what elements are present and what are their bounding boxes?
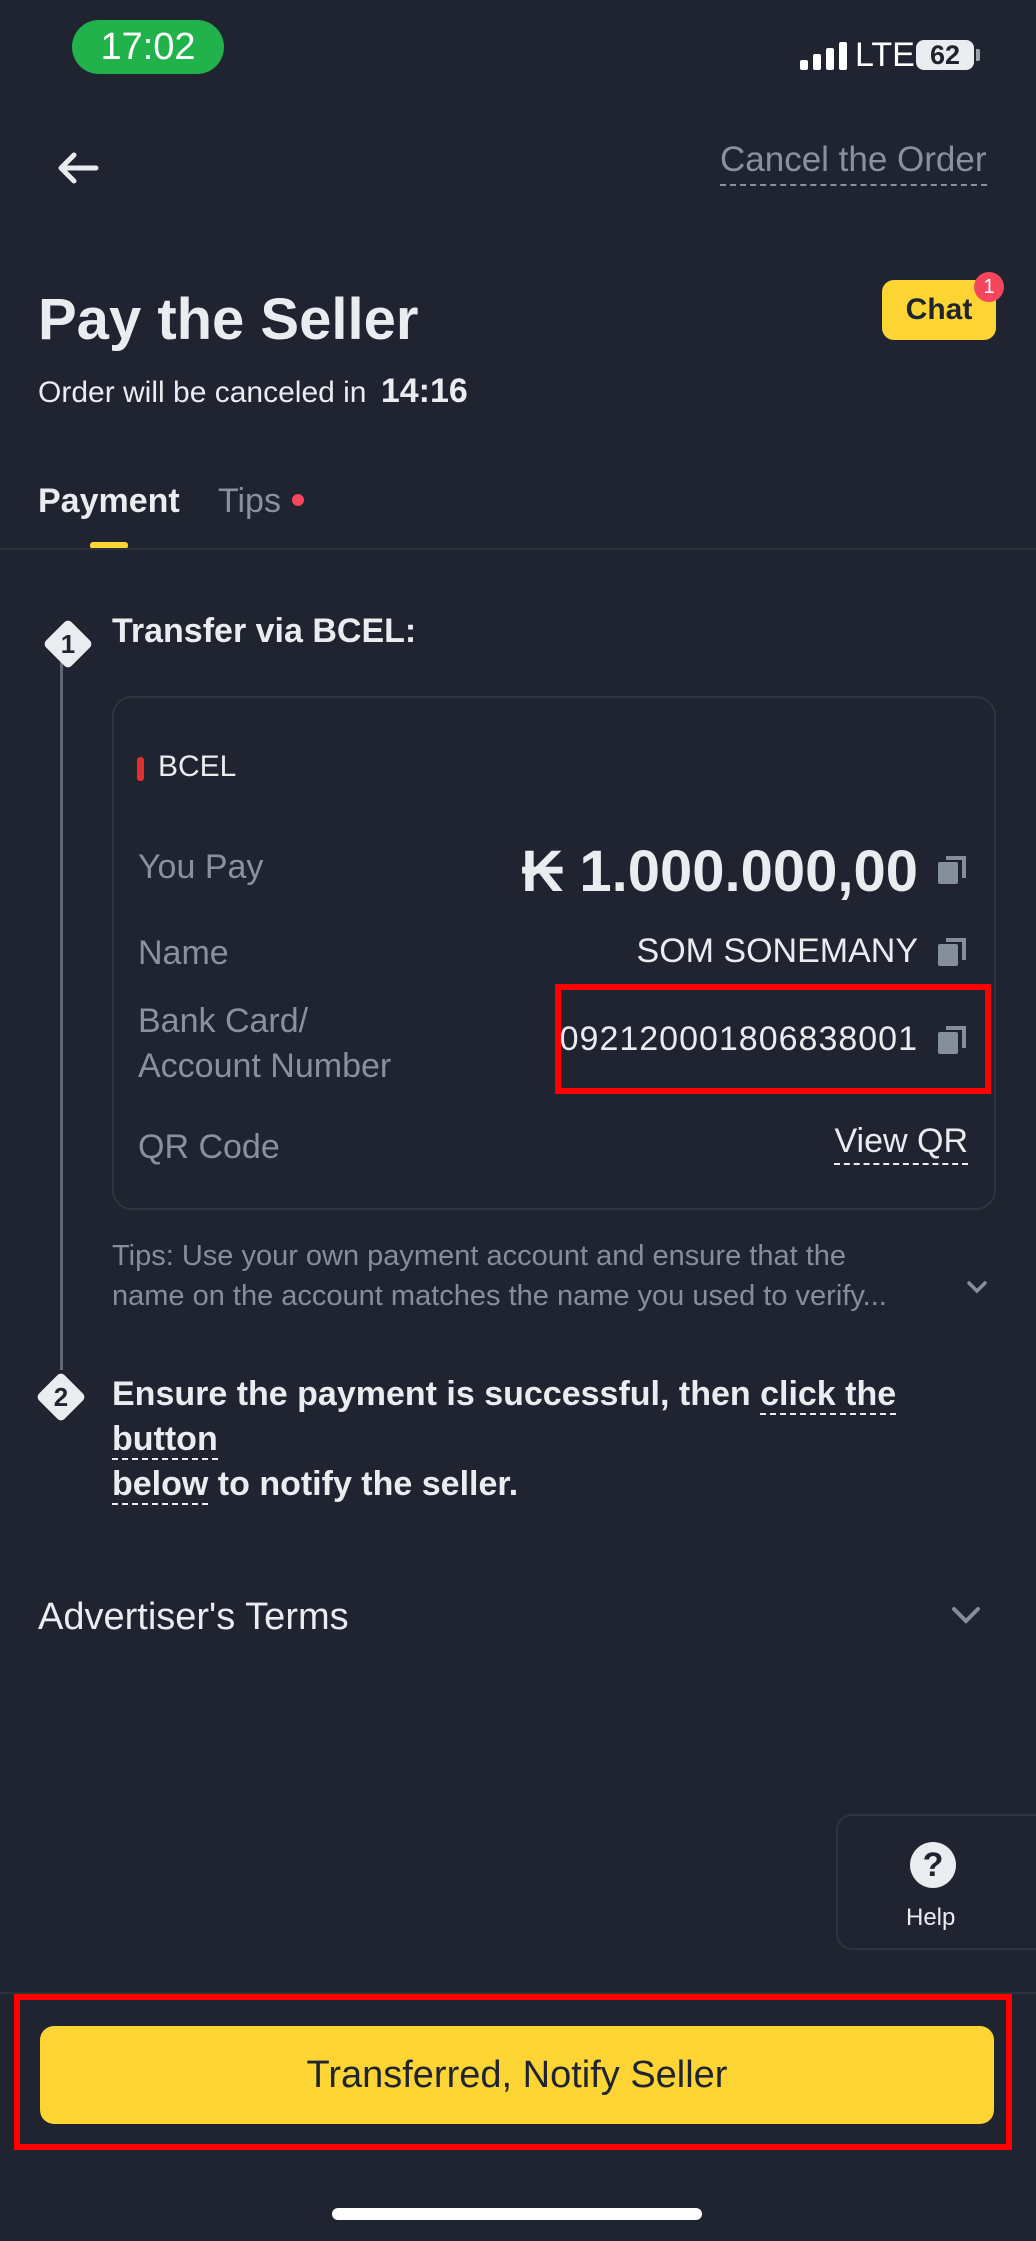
- battery-icon: 62: [916, 40, 974, 70]
- help-label: Help: [906, 1904, 956, 1931]
- step-2-text-b: to notify the seller.: [208, 1465, 519, 1503]
- copy-name-icon[interactable]: [938, 938, 966, 966]
- tab-tips[interactable]: Tips: [218, 482, 281, 521]
- chat-unread-badge: 1: [974, 272, 1004, 302]
- tabs-divider: [0, 548, 1036, 550]
- payment-tips-text: Tips: Use your own payment account and e…: [112, 1236, 952, 1316]
- highlight-button-box: [14, 1994, 1012, 2150]
- step-2-instruction: Ensure the payment is successful, then c…: [112, 1372, 1002, 1507]
- step-connector-line: [60, 650, 63, 1370]
- view-qr-link[interactable]: View QR: [834, 1122, 968, 1165]
- step-1-title-prefix: Transfer via: [112, 612, 303, 650]
- step-2-number: 2: [53, 1381, 69, 1412]
- network-label: LTE: [855, 36, 915, 74]
- account-label-line1: Bank Card/: [138, 1002, 309, 1040]
- name-label: Name: [138, 934, 229, 972]
- help-question-icon[interactable]: ?: [910, 1842, 956, 1888]
- bank-name: BCEL: [158, 750, 237, 783]
- you-pay-amount: ₭ 1.000.000,00: [521, 839, 918, 904]
- status-time: 17:02: [72, 20, 224, 74]
- back-arrow-icon[interactable]: [48, 138, 108, 198]
- advertiser-terms-toggle[interactable]: Advertiser's Terms: [38, 1596, 349, 1639]
- name-value: SOM SONEMANY: [636, 932, 918, 970]
- step-1-title: Transfer via BCEL:: [112, 612, 416, 651]
- signal-icon: [800, 42, 847, 70]
- cancel-order-link[interactable]: Cancel the Order: [720, 140, 987, 186]
- tips-line-1: Tips: Use your own payment account and e…: [112, 1240, 847, 1272]
- qr-code-label: QR Code: [138, 1128, 280, 1166]
- home-indicator: [332, 2208, 702, 2220]
- countdown-prefix: Order will be canceled in: [38, 376, 367, 409]
- battery-tip: [976, 49, 980, 61]
- account-label-line2: Account Number: [138, 1047, 392, 1085]
- step-1-number: 1: [60, 628, 76, 659]
- tab-payment[interactable]: Payment: [38, 482, 180, 521]
- highlight-account-box: [555, 984, 991, 1094]
- page-title: Pay the Seller: [38, 287, 419, 352]
- countdown-timer: 14:16: [380, 372, 468, 410]
- you-pay-label: You Pay: [138, 848, 264, 886]
- tips-line-2: name on the account matches the name you…: [112, 1280, 887, 1312]
- expand-tips-chevron-icon[interactable]: [966, 1280, 988, 1299]
- bank-color-bar: [137, 757, 144, 781]
- step-2-link-b: below: [112, 1465, 209, 1505]
- copy-amount-icon[interactable]: [938, 856, 966, 884]
- tips-notification-dot: [292, 494, 304, 506]
- step-1-title-bank: BCEL:: [312, 612, 417, 650]
- step-2-text-a: Ensure the payment is successful, then: [112, 1375, 761, 1413]
- chevron-down-icon[interactable]: [950, 1605, 982, 1630]
- countdown-row: Order will be canceled in 14:16: [38, 372, 468, 411]
